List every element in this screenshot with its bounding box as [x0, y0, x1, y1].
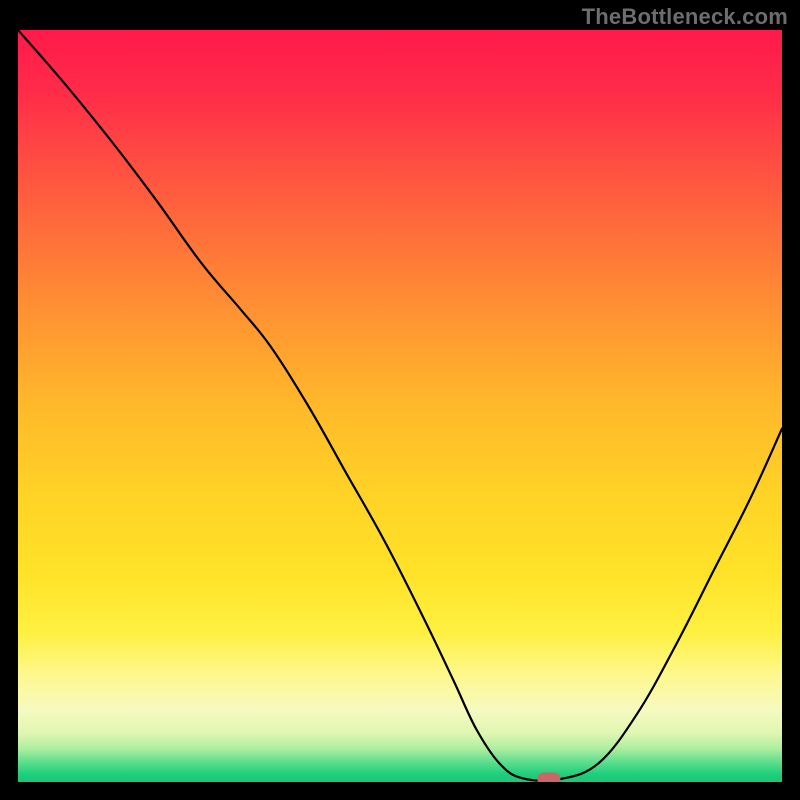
gradient-background [18, 30, 782, 782]
optimum-marker [538, 773, 561, 782]
watermark-label: TheBottleneck.com [582, 4, 788, 30]
bottleneck-chart [18, 30, 782, 782]
